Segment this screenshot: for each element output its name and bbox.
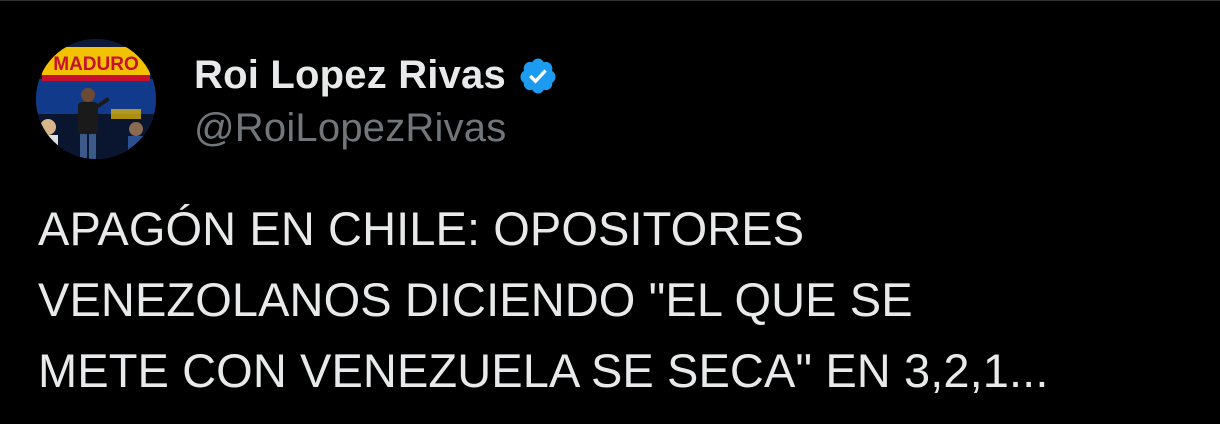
- display-name[interactable]: Roi Lopez Rivas: [194, 53, 506, 98]
- tweet-header: MADURO Roi Lopez Rivas @RoiLopezRivas: [36, 39, 558, 159]
- tweet-text: APAGÓN EN CHILE: OPOSITORES VENEZOLANOS …: [38, 202, 1049, 397]
- verified-badge-icon: [518, 56, 558, 96]
- tweet-card: MADURO Roi Lopez Rivas @RoiLopezRivas AP…: [0, 0, 1220, 424]
- name-row: Roi Lopez Rivas: [194, 48, 558, 104]
- user-handle[interactable]: @RoiLopezRivas: [194, 106, 558, 151]
- avatar-sign-text: MADURO: [53, 54, 139, 75]
- user-info: Roi Lopez Rivas @RoiLopezRivas: [194, 48, 558, 151]
- avatar[interactable]: MADURO: [36, 39, 156, 159]
- avatar-image: MADURO: [36, 39, 156, 159]
